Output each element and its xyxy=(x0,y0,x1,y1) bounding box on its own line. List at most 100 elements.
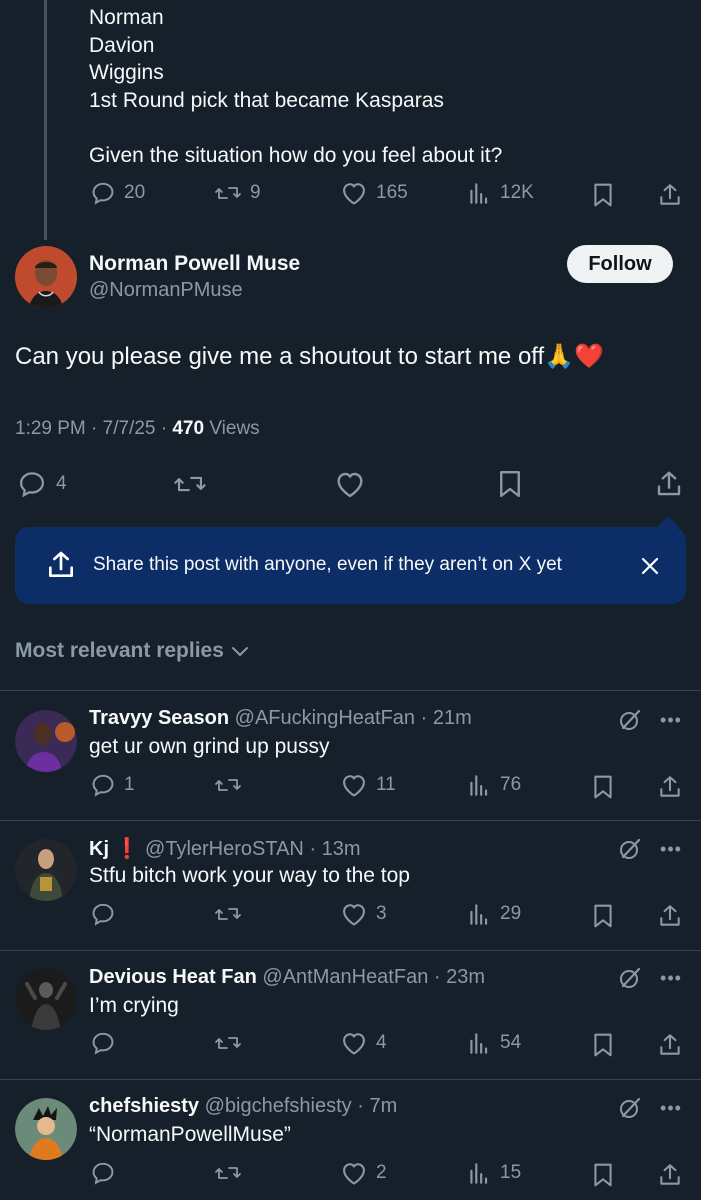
share-button[interactable] xyxy=(655,1160,685,1190)
reply-button[interactable]: 1 xyxy=(90,772,135,798)
repost-button[interactable] xyxy=(214,772,242,798)
reply-author-handle[interactable]: @AFuckingHeatFan xyxy=(235,707,415,729)
bookmark-button[interactable] xyxy=(588,901,618,931)
like-button[interactable]: 165 xyxy=(340,180,408,206)
views-button[interactable]: 29 xyxy=(466,901,521,927)
share-button[interactable] xyxy=(655,772,685,802)
avatar[interactable] xyxy=(15,1098,77,1160)
repost-button[interactable] xyxy=(214,1160,242,1186)
views-button[interactable]: 54 xyxy=(466,1030,521,1056)
author-handle[interactable]: @NormanPMuse xyxy=(89,279,243,302)
divider xyxy=(0,820,701,821)
repost-button[interactable] xyxy=(214,901,242,927)
bookmark-icon xyxy=(594,904,612,928)
reply-button[interactable]: 20 xyxy=(90,180,145,206)
reply-header: Devious Heat Fan @AntManHeatFan · 23m xyxy=(89,966,485,989)
avatar[interactable] xyxy=(15,710,77,772)
reply-time[interactable]: · 7m xyxy=(357,1095,397,1117)
reply-author-handle[interactable]: @bigchefshiesty xyxy=(205,1095,352,1117)
repost-icon xyxy=(215,779,241,791)
close-icon xyxy=(641,557,659,575)
heart-icon xyxy=(343,1033,365,1055)
bookmark-button[interactable] xyxy=(495,469,525,499)
views-button[interactable]: 76 xyxy=(466,772,521,798)
grok-button[interactable] xyxy=(615,834,645,864)
repost-button[interactable] xyxy=(214,1030,242,1056)
previous-post-line: Given the situation how do you feel abou… xyxy=(89,143,503,167)
grok-button[interactable] xyxy=(615,1093,645,1123)
bookmark-button[interactable] xyxy=(588,772,618,802)
views-button[interactable]: 12K xyxy=(466,180,534,206)
reply-button[interactable] xyxy=(90,1030,116,1056)
reply-author-name[interactable]: Kj xyxy=(89,838,109,860)
reply-button[interactable]: 4 xyxy=(16,469,67,499)
share-icon xyxy=(660,776,680,797)
reply-text: I’m crying xyxy=(89,994,179,1017)
heart-icon xyxy=(343,775,365,797)
reply-button[interactable] xyxy=(90,1160,116,1186)
bookmark-button[interactable] xyxy=(588,180,618,210)
avatar[interactable] xyxy=(15,246,77,308)
follow-button[interactable]: Follow xyxy=(567,245,673,283)
reply-time[interactable]: · 23m xyxy=(434,966,485,988)
like-button[interactable]: 3 xyxy=(340,901,387,927)
share-button[interactable] xyxy=(655,901,685,931)
reply-icon xyxy=(92,1162,114,1185)
grok-button[interactable] xyxy=(615,963,645,993)
close-button[interactable] xyxy=(635,551,665,581)
like-button[interactable] xyxy=(333,469,367,499)
avatar-image xyxy=(15,1098,77,1160)
more-options-button[interactable]: ••• xyxy=(656,963,686,993)
reply-author-handle[interactable]: @AntManHeatFan xyxy=(262,966,428,988)
share-button[interactable] xyxy=(652,467,686,501)
more-icon: ••• xyxy=(660,838,682,859)
reply-author-name[interactable]: Travyy Season xyxy=(89,707,229,729)
grok-button[interactable] xyxy=(615,705,645,735)
avatar-image xyxy=(15,968,77,1030)
share-icon xyxy=(49,551,73,577)
divider xyxy=(0,690,701,691)
share-button[interactable] xyxy=(655,1030,685,1060)
previous-post-line: Norman xyxy=(89,6,164,29)
avatar[interactable] xyxy=(15,839,77,901)
reply-time[interactable]: · 13m xyxy=(309,838,360,860)
more-options-button[interactable]: ••• xyxy=(656,1093,686,1123)
more-icon: ••• xyxy=(660,967,682,988)
reply-text: get ur own grind up pussy xyxy=(89,735,330,758)
reply-author-name[interactable]: Devious Heat Fan xyxy=(89,966,257,988)
views-count: 29 xyxy=(500,903,522,924)
reply-header: Travyy Season @AFuckingHeatFan · 21m xyxy=(89,707,472,730)
like-button[interactable]: 11 xyxy=(340,772,396,798)
share-button[interactable] xyxy=(655,180,685,210)
more-options-button[interactable]: ••• xyxy=(656,705,686,735)
replies-sort-dropdown[interactable]: Most relevant replies xyxy=(15,639,250,663)
heart-icon xyxy=(337,472,363,498)
views-count: 15 xyxy=(500,1162,522,1183)
more-icon: ••• xyxy=(660,709,682,730)
repost-icon xyxy=(215,187,241,199)
post-timestamp[interactable]: 1:29 PM · 7/7/25 · xyxy=(15,418,172,439)
author-name[interactable]: Norman Powell Muse xyxy=(89,252,300,276)
like-button[interactable]: 4 xyxy=(340,1030,387,1056)
previous-post-actions: 20 9 165 12K xyxy=(0,174,701,214)
share-icon xyxy=(660,1164,680,1185)
bookmark-button[interactable] xyxy=(588,1160,618,1190)
previous-post-line: Wiggins xyxy=(89,61,164,84)
more-options-button[interactable]: ••• xyxy=(656,834,686,864)
views-label: Views xyxy=(204,418,260,439)
repost-button[interactable]: 9 xyxy=(214,180,261,206)
avatar[interactable] xyxy=(15,968,77,1030)
views-button[interactable]: 15 xyxy=(466,1160,521,1186)
divider xyxy=(0,1079,701,1080)
reply-button[interactable] xyxy=(90,901,116,927)
reply-author-handle[interactable]: @TylerHeroSTAN xyxy=(145,838,304,860)
bookmark-button[interactable] xyxy=(588,1030,618,1060)
share-icon xyxy=(660,905,680,926)
reply-time[interactable]: · 21m xyxy=(421,707,472,729)
repost-icon xyxy=(215,1037,241,1049)
views-count: 12K xyxy=(500,182,534,203)
like-button[interactable]: 2 xyxy=(340,1160,387,1186)
reply-author-name[interactable]: chefshiesty xyxy=(89,1095,199,1117)
views-icon xyxy=(470,1163,488,1184)
repost-button[interactable] xyxy=(172,469,208,499)
